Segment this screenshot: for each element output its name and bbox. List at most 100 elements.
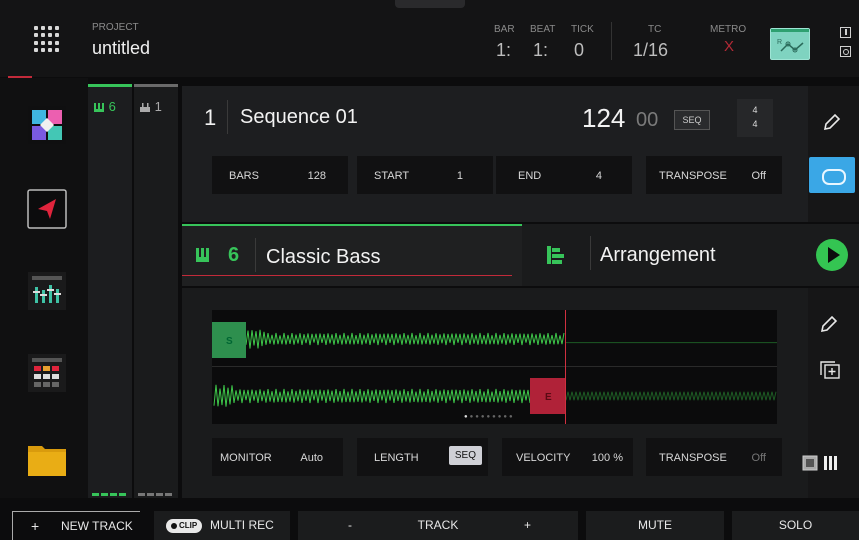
loop-toggle-button[interactable] bbox=[809, 157, 855, 193]
start-marker[interactable]: S bbox=[212, 322, 246, 358]
track-strip-6-label: 6 bbox=[94, 99, 116, 114]
top-bar: PROJECT untitled BAR 1: BEAT 1: TICK 0 T… bbox=[0, 0, 859, 77]
end-marker[interactable]: E bbox=[530, 378, 566, 414]
metronome-off-icon[interactable]: X bbox=[724, 38, 734, 55]
solo-button[interactable]: SOLO bbox=[732, 511, 859, 540]
length-label: LENGTH bbox=[374, 452, 419, 464]
main-mode-icon[interactable] bbox=[26, 188, 68, 230]
track-strip-1-label: 1 bbox=[140, 99, 162, 114]
new-track-button[interactable]: + NEW TRACK bbox=[12, 511, 140, 540]
bar-label: BAR bbox=[494, 24, 515, 35]
velocity-value: 100 % bbox=[591, 452, 623, 464]
end-field[interactable]: END 4 bbox=[496, 156, 632, 194]
view-name[interactable]: Arrangement bbox=[600, 244, 716, 267]
transpose-field[interactable]: TRANSPOSE Off bbox=[646, 156, 782, 194]
record-view-icon[interactable] bbox=[840, 46, 851, 57]
tick-value[interactable]: 0 bbox=[574, 40, 584, 61]
tempo-decimal[interactable]: 00 bbox=[636, 109, 658, 132]
track-header: 6 Classic Bass Arrangement bbox=[182, 224, 859, 286]
bottom-bar: + NEW TRACK CLIP MULTI REC - TRACK + MUT… bbox=[0, 508, 859, 540]
beat-value[interactable]: 1: bbox=[533, 40, 548, 61]
arrangement-icon bbox=[547, 246, 564, 264]
automation-indicator bbox=[771, 29, 809, 32]
multi-rec-button[interactable]: CLIP MULTI REC bbox=[154, 511, 290, 540]
multi-rec-label: MULTI REC bbox=[210, 518, 274, 532]
playhead bbox=[565, 310, 566, 424]
page-dots: ●●●●●●●●● bbox=[464, 414, 515, 420]
bar-value[interactable]: 1: bbox=[496, 40, 511, 61]
track-nav: - TRACK + bbox=[298, 511, 578, 540]
track-prev-button[interactable]: - bbox=[348, 511, 352, 540]
monitor-field[interactable]: MONITOR Auto bbox=[212, 438, 343, 476]
velocity-field[interactable]: VELOCITY 100 % bbox=[502, 438, 633, 476]
beat-label: BEAT bbox=[530, 24, 556, 35]
project-name[interactable]: untitled bbox=[92, 38, 150, 59]
time-signature-bottom: 4 bbox=[752, 119, 758, 129]
sequence-number[interactable]: 1 bbox=[204, 105, 216, 131]
sequence-name[interactable]: Sequence 01 bbox=[240, 106, 358, 129]
transpose-label: TRANSPOSE bbox=[659, 170, 727, 182]
length-field[interactable]: LENGTH SEQ bbox=[357, 438, 488, 476]
play-button[interactable] bbox=[816, 239, 848, 271]
divider bbox=[255, 238, 256, 272]
automation-button[interactable]: R bbox=[770, 28, 810, 60]
header-divider bbox=[611, 22, 612, 60]
time-signature[interactable]: 4 4 bbox=[737, 99, 773, 137]
edit-pencil-icon[interactable] bbox=[822, 112, 842, 132]
waveform-view[interactable]: S E ●●●●●●●●● bbox=[212, 310, 777, 424]
track-strip-1[interactable]: 1 bbox=[134, 84, 178, 498]
track-next-button[interactable]: + bbox=[524, 511, 531, 540]
track-nav-label: TRACK bbox=[417, 518, 459, 532]
track-transpose-field[interactable]: TRANSPOSE Off bbox=[646, 438, 782, 476]
drum-icon bbox=[140, 103, 150, 112]
panel-icon[interactable] bbox=[840, 27, 851, 38]
duplicate-icon[interactable] bbox=[819, 360, 841, 380]
metro-label: METRO bbox=[710, 24, 747, 35]
tick-label: TICK bbox=[571, 24, 594, 35]
clip-badge-label: CLIP bbox=[179, 521, 198, 530]
clip-record-badge: CLIP bbox=[166, 519, 202, 533]
track-transpose-label: TRANSPOSE bbox=[659, 452, 727, 464]
waveform bbox=[213, 329, 777, 407]
mode-sidebar bbox=[0, 78, 88, 498]
sequence-tools bbox=[808, 86, 859, 222]
end-label: END bbox=[518, 170, 542, 182]
bars-field[interactable]: BARS 128 bbox=[212, 156, 348, 194]
waveform-panel: S E ●●●●●●●●● MONITOR Auto LENGTH SEQ VE… bbox=[182, 288, 859, 498]
top-grip[interactable] bbox=[395, 0, 465, 8]
track-strip-level bbox=[138, 493, 174, 496]
lane-divider bbox=[212, 366, 777, 367]
length-value: SEQ bbox=[448, 446, 482, 465]
divider bbox=[590, 236, 591, 270]
mixer-mode-icon[interactable] bbox=[26, 270, 68, 312]
edit-pencil-icon[interactable] bbox=[819, 314, 839, 334]
tempo-value[interactable]: 124 bbox=[582, 103, 625, 134]
end-marker-label: E bbox=[545, 392, 552, 403]
track-strip-number: 1 bbox=[154, 99, 162, 114]
waveform-top-lane bbox=[245, 329, 777, 349]
mute-button[interactable]: MUTE bbox=[586, 511, 724, 540]
transpose-value: Off bbox=[751, 170, 766, 182]
pad-mode-icon[interactable] bbox=[26, 104, 68, 146]
track-selector[interactable]: 6 Classic Bass bbox=[182, 224, 522, 286]
tc-value[interactable]: 1/16 bbox=[633, 40, 668, 61]
tc-label: TC bbox=[648, 24, 662, 35]
end-value: 4 bbox=[595, 170, 602, 182]
automation-icon: R bbox=[777, 39, 804, 53]
start-field[interactable]: START 1 bbox=[357, 156, 493, 194]
start-marker-label: S bbox=[226, 336, 233, 347]
track-mute-mode-icon[interactable] bbox=[26, 352, 68, 394]
track-strip-6[interactable]: 6 bbox=[88, 84, 132, 498]
bars-value: 128 bbox=[307, 170, 326, 182]
menu-grid-icon[interactable] bbox=[34, 26, 60, 52]
keyboard-toggle-icon[interactable] bbox=[802, 454, 842, 472]
divider bbox=[227, 100, 228, 134]
tempo-source-badge[interactable]: SEQ bbox=[674, 110, 710, 130]
browser-folder-icon[interactable] bbox=[26, 438, 68, 480]
waveform-bottom-lane bbox=[213, 384, 777, 407]
project-label: PROJECT bbox=[92, 22, 139, 33]
svg-text:R: R bbox=[777, 39, 782, 46]
bars-label: BARS bbox=[229, 170, 259, 182]
keys-icon bbox=[196, 248, 209, 262]
time-signature-top: 4 bbox=[752, 105, 758, 115]
